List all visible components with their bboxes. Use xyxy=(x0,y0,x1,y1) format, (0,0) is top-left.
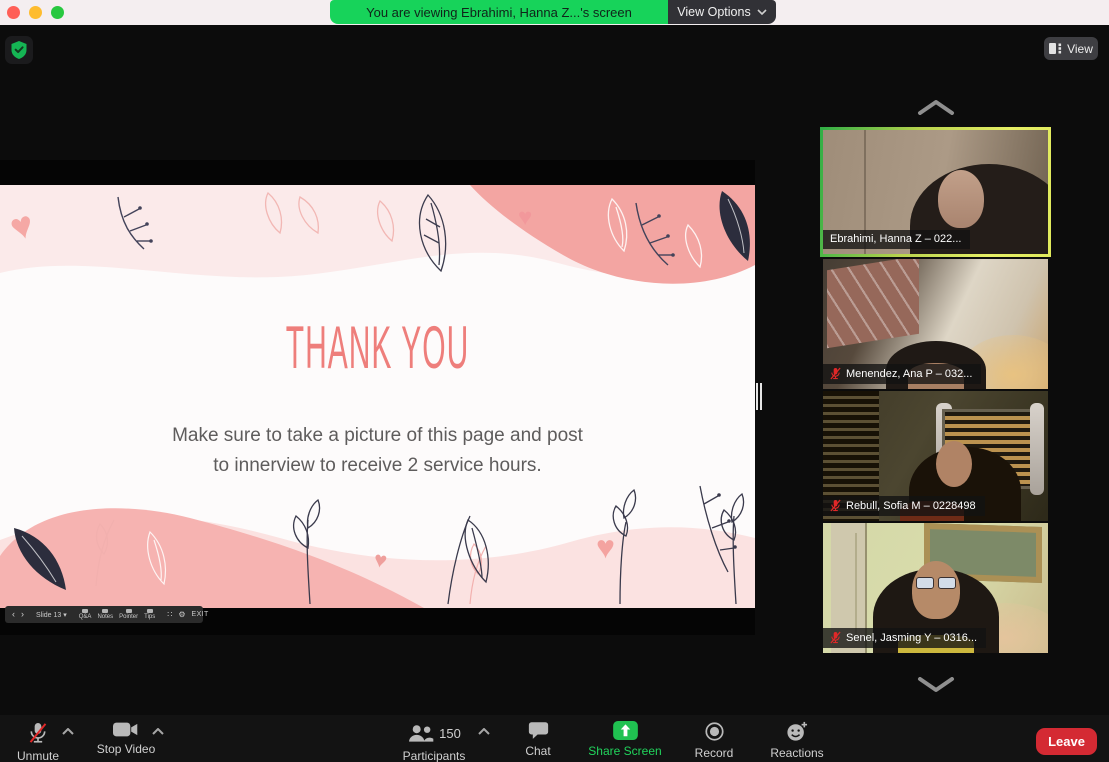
record-label: Record xyxy=(694,746,734,760)
muted-mic-icon xyxy=(830,631,841,644)
fullscreen-window-button[interactable] xyxy=(51,6,64,19)
participant-name-tag: Rebull, Sofia M – 0228498 xyxy=(823,496,985,516)
previous-slide-button[interactable]: ‹ xyxy=(12,610,15,619)
zoom-meeting-window: You are viewing Ebrahimi, Hanna Z...'s s… xyxy=(0,0,1109,762)
video-tile[interactable]: Rebull, Sofia M – 0228498 xyxy=(823,391,1048,521)
participants-count: 150 xyxy=(439,725,461,741)
video-camera-icon xyxy=(113,722,138,737)
video-thumbnail: Rebull, Sofia M – 0228498 xyxy=(823,391,1048,521)
slide-body-line1: Make sure to take a picture of this page… xyxy=(172,425,583,446)
slide-decoration-top: ♥ ♥ xyxy=(0,185,755,284)
slide-decoration-bottom: ♥ ♥ xyxy=(0,485,755,608)
chevron-down-icon xyxy=(757,9,767,15)
svg-text:♥: ♥ xyxy=(518,204,532,231)
meeting-control-bar: Unmute Stop Video 150 Participants Chat … xyxy=(0,715,1109,762)
minimize-window-button[interactable] xyxy=(29,6,42,19)
slide-selector[interactable]: Slide 13 ▾ xyxy=(36,611,67,619)
chat-button[interactable]: Chat xyxy=(512,721,564,758)
next-slide-button[interactable]: › xyxy=(21,610,24,619)
fullscreen-grid-icon[interactable]: ∷ xyxy=(167,610,172,619)
presentation-slide: ♥ ♥ ♥ ♥ THANK YOU Make sure to take a pi… xyxy=(0,185,755,608)
shared-screen-area: ♥ ♥ ♥ ♥ THANK YOU Make sure to take a pi… xyxy=(0,160,755,635)
stop-video-label: Stop Video xyxy=(96,742,156,756)
video-thumbnail: Ebrahimi, Hanna Z – 022... xyxy=(823,130,1048,254)
participant-name: Senel, Jasming Y – 0316... xyxy=(846,631,978,644)
tips-button[interactable]: Tips xyxy=(144,609,155,620)
close-window-button[interactable] xyxy=(7,6,20,19)
share-screen-label: Share Screen xyxy=(588,744,662,758)
settings-gear-icon[interactable]: ⚙ xyxy=(178,610,185,619)
qa-button[interactable]: Q&A xyxy=(79,609,91,620)
pointer-button[interactable]: Pointer xyxy=(119,609,138,620)
slide-body-line2: to innerview to receive 2 service hours. xyxy=(213,455,542,476)
muted-mic-icon xyxy=(830,367,841,380)
video-tile-active[interactable]: Ebrahimi, Hanna Z – 022... xyxy=(820,127,1051,257)
notes-button[interactable]: Notes xyxy=(97,609,113,620)
qa-icon xyxy=(82,609,89,613)
panel-resize-handle[interactable] xyxy=(760,383,762,410)
chat-bubble-icon xyxy=(528,722,548,739)
participant-name-tag: Ebrahimi, Hanna Z – 022... xyxy=(823,230,971,249)
participant-name: Rebull, Sofia M – 0228498 xyxy=(846,499,976,512)
participants-label: Participants xyxy=(402,749,466,762)
video-tile[interactable]: Menendez, Ana P – 032... xyxy=(823,259,1048,389)
security-shield-button[interactable] xyxy=(5,36,33,64)
share-screen-icon xyxy=(612,721,638,740)
video-thumbnail: Senel, Jasming Y – 0316... xyxy=(823,523,1048,653)
reactions-smiley-icon xyxy=(787,721,808,741)
participant-name-tag: Menendez, Ana P – 032... xyxy=(823,364,982,384)
unmute-label: Unmute xyxy=(16,749,60,762)
stop-video-button[interactable]: Stop Video xyxy=(94,721,158,756)
unmute-button[interactable]: Unmute xyxy=(10,721,66,762)
pointer-icon xyxy=(125,609,132,613)
panel-resize-handle[interactable] xyxy=(756,383,758,410)
screen-share-banner: You are viewing Ebrahimi, Hanna Z...'s s… xyxy=(330,0,668,24)
reactions-label: Reactions xyxy=(770,746,824,760)
participants-options-caret[interactable] xyxy=(478,728,490,735)
view-options-button[interactable]: View Options xyxy=(668,0,776,24)
view-options-label: View Options xyxy=(677,5,751,19)
muted-mic-icon xyxy=(29,723,47,743)
participants-icon xyxy=(409,724,434,742)
audio-options-caret[interactable] xyxy=(62,728,74,735)
tips-icon xyxy=(146,609,153,613)
video-tile[interactable]: Senel, Jasming Y – 0316... xyxy=(823,523,1048,653)
muted-mic-icon xyxy=(830,499,841,512)
layout-grid-icon xyxy=(1049,43,1062,54)
record-button[interactable]: Record xyxy=(684,721,744,760)
video-thumbnail: Menendez, Ana P – 032... xyxy=(823,259,1048,389)
presenter-toolbar: ‹ › Slide 13 ▾ Q&A Notes Pointer Tips ∷ … xyxy=(5,606,208,623)
slide-body-text: Make sure to take a picture of this page… xyxy=(0,421,755,481)
participant-name: Ebrahimi, Hanna Z – 022... xyxy=(830,233,962,245)
participant-name: Menendez, Ana P – 032... xyxy=(846,367,973,380)
notes-icon xyxy=(102,609,109,613)
record-icon xyxy=(704,722,724,741)
chat-label: Chat xyxy=(525,744,551,758)
exit-button[interactable]: EXIT xyxy=(192,611,209,618)
svg-text:♥: ♥ xyxy=(596,529,615,565)
screen-share-banner-text: You are viewing Ebrahimi, Hanna Z...'s s… xyxy=(366,4,632,20)
video-options-caret[interactable] xyxy=(152,728,164,735)
participant-name-tag: Senel, Jasming Y – 0316... xyxy=(823,628,987,648)
shield-check-icon xyxy=(11,41,27,59)
share-screen-button[interactable]: Share Screen xyxy=(580,721,670,758)
view-button-label: View xyxy=(1067,41,1093,56)
slide-title: Thank you xyxy=(285,316,470,382)
menu-bar: You are viewing Ebrahimi, Hanna Z...'s s… xyxy=(0,0,1109,25)
meeting-content: View ♥ ♥ ♥ ♥ THANK YOU Make sure to take… xyxy=(0,25,1109,762)
view-layout-button[interactable]: View xyxy=(1044,37,1098,60)
scroll-participants-up-button[interactable] xyxy=(917,99,955,115)
scroll-participants-down-button[interactable] xyxy=(917,677,955,693)
leave-button[interactable]: Leave xyxy=(1036,728,1097,755)
participants-button[interactable]: 150 Participants xyxy=(396,721,472,762)
reactions-button[interactable]: Reactions xyxy=(764,721,830,760)
